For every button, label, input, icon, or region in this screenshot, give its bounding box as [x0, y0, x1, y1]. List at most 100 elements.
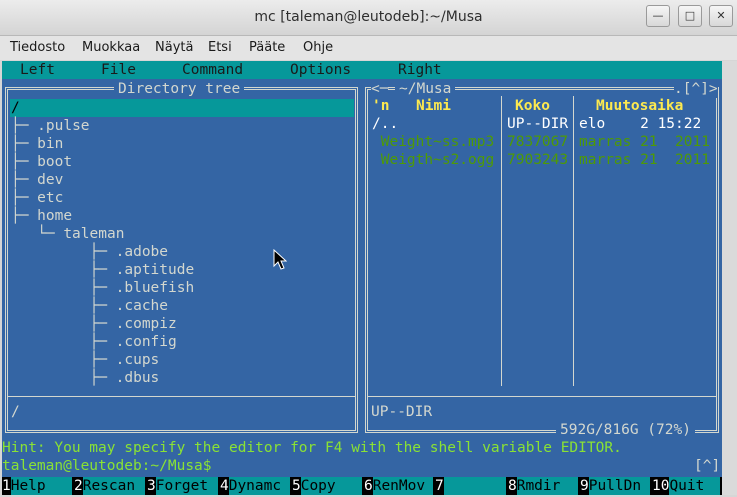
tree-item[interactable]: .cups [116, 351, 160, 369]
tree-branch: └─ [11, 226, 64, 242]
tree-item[interactable]: .bluefish [116, 279, 195, 297]
fkey-number: 6 [364, 477, 373, 495]
file-row-size[interactable]: 7903243 [507, 151, 568, 169]
fkey-button[interactable]: Dynamc [228, 477, 290, 495]
menu-ohje[interactable]: Ohje [303, 40, 333, 55]
tree-branch: ├─ [11, 316, 116, 332]
window-title: mc [taleman@leutodeb]:~/Musa [254, 9, 483, 25]
right-panel-status: UP--DIR [371, 404, 433, 420]
tree-branch: ├─ [11, 280, 116, 296]
menu-muokkaa[interactable]: Muokkaa [82, 40, 140, 55]
menu-paate[interactable]: Pääte [249, 40, 285, 55]
tree-branch: ├─ [11, 172, 38, 188]
tree-item[interactable]: dev [37, 171, 63, 189]
tree-item[interactable]: etc [37, 189, 63, 207]
close-button[interactable]: ✕ [709, 5, 733, 27]
shell-prompt[interactable]: taleman@leutodeb:~/Musa$ [2, 457, 212, 475]
fkey-number: 9 [580, 477, 589, 495]
column-separator [501, 96, 502, 386]
fkey-button[interactable]: RenMov [372, 477, 433, 495]
tree-item[interactable]: taleman [63, 225, 124, 243]
tree-branch: ├─ [11, 118, 38, 134]
terminal-scrollbar[interactable] [722, 61, 737, 495]
disk-usage: 592G/816G (72%) [556, 421, 695, 439]
fkey-button[interactable] [443, 477, 506, 495]
tree-branch: ├─ [11, 190, 38, 206]
fkey-number: 2 [74, 477, 83, 495]
fkey-number: 8 [508, 477, 517, 495]
tree-item[interactable]: .cache [116, 297, 168, 315]
tree-item[interactable]: .adobe [116, 243, 168, 261]
tree-item[interactable]: .aptitude [116, 261, 195, 279]
column-header-size[interactable]: Koko [515, 97, 550, 115]
tree-item[interactable]: boot [37, 153, 72, 171]
tree-branch: ├─ [11, 352, 116, 368]
right-panel-title: ~/Musa [395, 80, 456, 98]
fkey-button[interactable]: Rescan [82, 477, 145, 495]
fkey-number: 3 [147, 477, 156, 495]
menu-etsi[interactable]: Etsi [208, 40, 232, 55]
file-row-size[interactable]: UP--DIR [507, 115, 568, 133]
file-row-mtime[interactable]: marras 21 2011 [579, 133, 710, 151]
mc-menu-options[interactable]: Options [290, 61, 351, 79]
tree-item[interactable]: home [37, 207, 72, 225]
maximize-button[interactable]: □ [678, 5, 702, 27]
left-panel-title: Directory tree [114, 80, 245, 98]
column-header-mtime[interactable]: Muutosaika [596, 97, 683, 115]
menu-nayta[interactable]: Näytä [155, 40, 193, 55]
sort-indicator[interactable]: 'n [372, 97, 389, 115]
right-panel-corner[interactable]: .[^]> [674, 80, 718, 98]
tree-branch: ├─ [11, 154, 38, 170]
mc-menu-command[interactable]: Command [182, 61, 243, 79]
tree-branch: ├─ [11, 244, 116, 260]
minimize-button[interactable]: — [646, 5, 670, 27]
mc-menu-right[interactable]: Right [398, 61, 442, 79]
app-menubar: Tiedosto Muokkaa Näytä Etsi Pääte Ohje [0, 36, 737, 60]
file-row-name[interactable]: Weight~ss.mp3 [372, 133, 495, 151]
tree-selection [10, 99, 354, 117]
fkey-button[interactable]: Help [10, 477, 72, 495]
terminal[interactable]: Left File Command Options Right Director… [2, 61, 722, 495]
tree-item[interactable]: .compiz [116, 315, 177, 333]
tree-branch: ├─ [11, 370, 116, 386]
file-row-mtime[interactable]: marras 21 2011 [579, 151, 710, 169]
mc-menu-left[interactable]: Left [20, 61, 55, 79]
window-titlebar: mc [taleman@leutodeb]:~/Musa — □ ✕ [0, 0, 737, 36]
file-row-size[interactable]: 7837067 [507, 133, 568, 151]
mc-menubar: Left File Command Options Right [2, 61, 722, 79]
fkey-button[interactable]: PullDn [588, 477, 650, 495]
function-key-bar: 1 Help 2 Rescan 3 Forget 4 Dynamc 5 Copy 6 RenMov 7 8… [2, 477, 722, 495]
left-panel-divider [8, 396, 355, 397]
column-header-name[interactable]: Nimi [416, 97, 451, 115]
file-row-name[interactable]: Weigth~s2.ogg [372, 151, 495, 169]
tree-branch: ├─ [11, 262, 116, 278]
fkey-number: 1 [2, 477, 11, 495]
left-panel-status: / [11, 404, 20, 420]
mouse-pointer-icon [273, 249, 287, 270]
file-row-name[interactable]: /.. [372, 115, 398, 133]
tree-item[interactable]: .dbus [116, 369, 160, 387]
fkey-button[interactable]: Quit [669, 477, 720, 495]
fkey-button[interactable]: Copy [300, 477, 362, 495]
fkey-number: 7 [435, 477, 444, 495]
hint-line: Hint: You may specify the editor for F4 … [2, 440, 622, 456]
file-row-mtime[interactable]: elo 2 15:22 [579, 115, 701, 133]
right-panel-divider [368, 396, 716, 397]
fkey-button[interactable]: Rmdir [516, 477, 578, 495]
fkey-number: 10 [652, 477, 670, 495]
prompt-history-button[interactable]: [^] [694, 457, 720, 475]
tree-branch: / [11, 100, 20, 116]
right-panel-history-arrow[interactable]: <─ [371, 80, 389, 98]
fkey-number: 5 [292, 477, 301, 495]
tree-branch: ├─ [11, 136, 38, 152]
fkey-button[interactable]: Forget [155, 477, 218, 495]
menu-tiedosto[interactable]: Tiedosto [10, 40, 65, 55]
tree-branch: ├─ [11, 298, 116, 314]
tree-item[interactable]: .config [116, 333, 177, 351]
tree-item[interactable]: .pulse [37, 117, 89, 135]
mc-menu-file[interactable]: File [101, 61, 136, 79]
tree-item[interactable]: bin [37, 135, 63, 153]
fkey-number: 4 [220, 477, 229, 495]
column-separator [573, 96, 574, 386]
tree-branch: ├─ [11, 208, 38, 224]
